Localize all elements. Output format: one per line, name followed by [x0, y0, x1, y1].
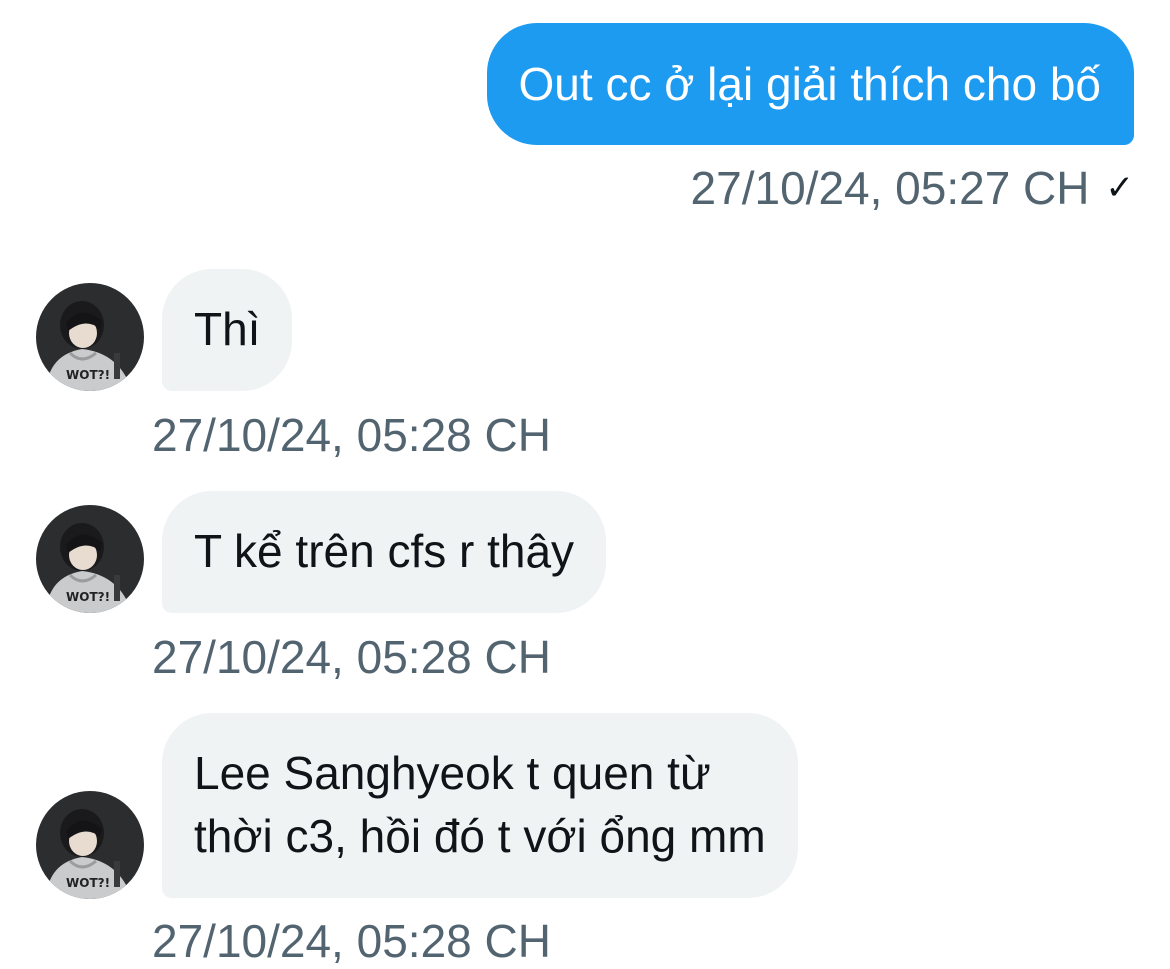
avatar-image: WOT?! [36, 505, 144, 613]
incoming-message-timestamp: 27/10/24, 05:28 CH [152, 631, 551, 683]
avatar-image: WOT?! [36, 283, 144, 391]
incoming-message-timestamp: 27/10/24, 05:28 CH [152, 409, 551, 461]
incoming-message-bubble[interactable]: Thì [162, 269, 293, 391]
svg-text:WOT?!: WOT?! [66, 876, 110, 890]
avatar[interactable]: WOT?! [36, 791, 144, 899]
avatar-image: WOT?! [36, 791, 144, 899]
checkmark-icon: ✓ [1105, 169, 1135, 207]
outgoing-message-bubble[interactable]: Out cc ở lại giải thích cho bố [486, 23, 1134, 145]
svg-text:WOT?!: WOT?! [66, 368, 110, 382]
avatar[interactable]: WOT?! [36, 283, 144, 391]
incoming-message-timestamp: 27/10/24, 05:28 CH [152, 915, 551, 967]
svg-text:WOT?!: WOT?! [66, 590, 110, 604]
outgoing-message-timestamp: 27/10/24, 05:27 CH ✓ [691, 160, 1134, 216]
incoming-message-bubble[interactable]: Lee Sanghyeok t quen từ thời c3, hồi đó … [162, 713, 798, 898]
incoming-message-bubble[interactable]: T kể trên cfs r thây [162, 491, 607, 613]
avatar[interactable]: WOT?! [36, 505, 144, 613]
timestamp-text: 27/10/24, 05:27 CH [690, 162, 1090, 214]
